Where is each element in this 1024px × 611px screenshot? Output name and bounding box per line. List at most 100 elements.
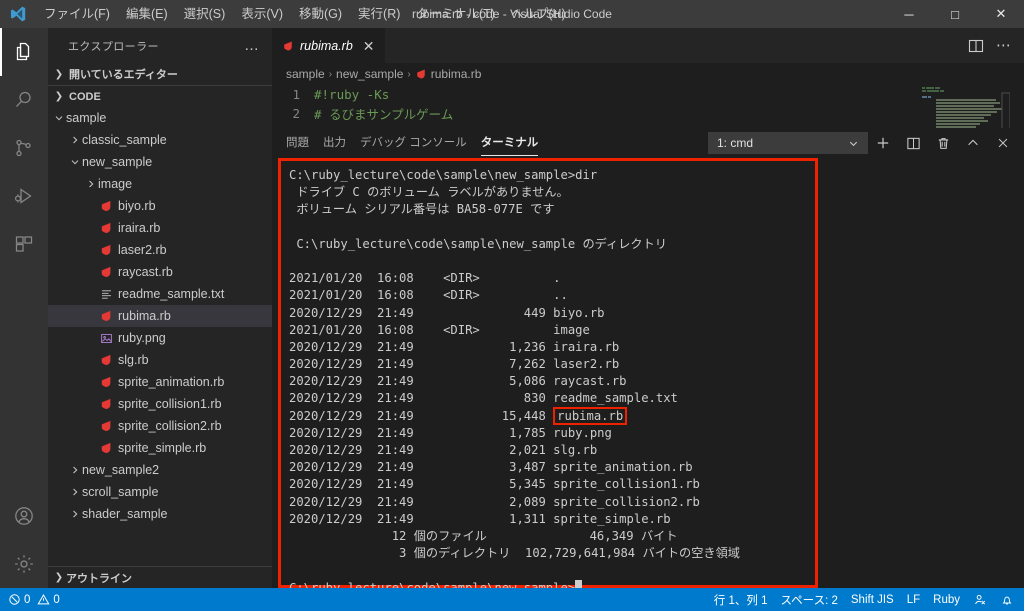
panel-tab-debug-console[interactable]: デバッグ コンソール xyxy=(360,128,467,158)
maximize-panel-button[interactable] xyxy=(958,130,988,156)
panel-tab-problems[interactable]: 問題 xyxy=(286,128,309,158)
minimize-button[interactable]: ─ xyxy=(886,0,932,28)
feedback-tweet-icon[interactable] xyxy=(973,593,987,607)
menu-help[interactable]: ヘルプ(H) xyxy=(503,0,574,28)
notifications-bell-icon[interactable] xyxy=(1000,593,1014,607)
tree-item-label: readme_sample.txt xyxy=(118,287,225,301)
tree-item-sample[interactable]: sample xyxy=(48,107,272,129)
ruby-file-icon xyxy=(98,374,114,390)
chevron-down-icon[interactable] xyxy=(68,157,82,167)
tree-item-laser2-rb[interactable]: laser2.rb xyxy=(48,239,272,261)
menu-edit[interactable]: 編集(E) xyxy=(118,0,176,28)
split-terminal-button[interactable] xyxy=(898,130,928,156)
status-cursor-position[interactable]: 行 1、列 1 xyxy=(714,592,768,608)
code-editor[interactable]: 1 #!ruby -Ks 2 # るびまサンプルゲーム xyxy=(272,85,1024,132)
tree-item-biyo-rb[interactable]: biyo.rb xyxy=(48,195,272,217)
tree-item-label: sprite_collision2.rb xyxy=(118,419,222,433)
tree-item-readme-sample-txt[interactable]: readme_sample.txt xyxy=(48,283,272,305)
terminal-line: 3 個のディレクトリ 102,729,641,984 バイトの空き領域 xyxy=(289,546,740,561)
panel-tab-terminal[interactable]: ターミナル xyxy=(480,128,538,158)
editor-more-actions-icon[interactable]: ⋯ xyxy=(996,38,1012,53)
editor-minimap[interactable] xyxy=(914,85,1010,130)
sidebar-more-actions-icon[interactable]: … xyxy=(244,38,260,53)
menu-file[interactable]: ファイル(F) xyxy=(36,0,118,28)
menu-go[interactable]: 移動(G) xyxy=(291,0,350,28)
menu-bar[interactable]: ファイル(F) 編集(E) 選択(S) 表示(V) 移動(G) 実行(R) ター… xyxy=(36,0,574,28)
breadcrumb-item-new-sample[interactable]: new_sample xyxy=(336,67,403,81)
ruby-file-icon xyxy=(98,418,114,434)
tree-item-scroll-sample[interactable]: scroll_sample xyxy=(48,481,272,503)
editor-actions: ⋯ xyxy=(968,28,1024,63)
tree-item-sprite-simple-rb[interactable]: sprite_simple.rb xyxy=(48,437,272,459)
activitybar-source-control-icon[interactable] xyxy=(0,124,48,172)
split-editor-icon[interactable] xyxy=(968,38,984,54)
chevron-down-icon[interactable] xyxy=(52,113,66,123)
menu-terminal[interactable]: ターミナル(T) xyxy=(408,0,502,28)
tree-item-label: laser2.rb xyxy=(118,243,167,257)
terminal-line: 2020/12/29 21:49 5,345 sprite_collision1… xyxy=(289,477,700,492)
panel-tab-output[interactable]: 出力 xyxy=(323,128,346,158)
sidebar-header: エクスプローラー … xyxy=(48,28,272,63)
chevron-right-icon[interactable] xyxy=(68,465,82,475)
terminal-line: 2020/12/29 21:49 5,086 raycast.rb xyxy=(289,374,627,389)
tree-item-label: sprite_collision1.rb xyxy=(118,397,222,411)
chevron-right-icon[interactable] xyxy=(68,135,82,145)
tree-item-ruby-png[interactable]: ruby.png xyxy=(48,327,272,349)
terminal-output[interactable]: C:\ruby_lecture\code\sample\new_sample>d… xyxy=(281,161,815,597)
activitybar-accounts-icon[interactable] xyxy=(0,492,48,540)
tree-item-new-sample2[interactable]: new_sample2 xyxy=(48,459,272,481)
activitybar-search-icon[interactable] xyxy=(0,76,48,124)
ruby-file-icon xyxy=(98,396,114,412)
menu-run[interactable]: 実行(R) xyxy=(350,0,408,28)
status-bar: 0 0 行 1、列 1 スペース: 2 Shift JIS LF Ruby xyxy=(0,588,1024,611)
chevron-right-icon[interactable] xyxy=(68,509,82,519)
status-encoding[interactable]: Shift JIS xyxy=(851,594,894,606)
section-workspace-root[interactable]: ❯ CODE xyxy=(48,85,272,107)
tree-item-shader-sample[interactable]: shader_sample xyxy=(48,503,272,525)
activity-bar xyxy=(0,28,48,588)
tree-item-raycast-rb[interactable]: raycast.rb xyxy=(48,261,272,283)
breadcrumb-item-file[interactable]: rubima.rb xyxy=(431,67,482,81)
tab-close-icon[interactable]: ✕ xyxy=(363,38,375,55)
tree-item-new-sample[interactable]: new_sample xyxy=(48,151,272,173)
close-window-button[interactable]: ✕ xyxy=(978,0,1024,28)
vscode-window: ファイル(F) 編集(E) 選択(S) 表示(V) 移動(G) 実行(R) ター… xyxy=(0,0,1024,611)
activitybar-extensions-icon[interactable] xyxy=(0,220,48,268)
status-indentation[interactable]: スペース: 2 xyxy=(780,592,837,608)
menu-selection[interactable]: 選択(S) xyxy=(176,0,234,28)
tab-rubima-rb[interactable]: rubima.rb ✕ xyxy=(272,28,385,63)
breadcrumb-item-sample[interactable]: sample xyxy=(286,67,325,81)
status-problems[interactable]: 0 0 xyxy=(8,593,60,606)
section-open-editors[interactable]: ❯ 開いているエディター xyxy=(48,63,272,85)
maximize-button[interactable]: □ xyxy=(932,0,978,28)
breadcrumb[interactable]: sample › new_sample › rubima.rb xyxy=(272,63,1024,85)
tree-item-sprite-collision1-rb[interactable]: sprite_collision1.rb xyxy=(48,393,272,415)
status-eol[interactable]: LF xyxy=(907,594,920,606)
activitybar-settings-gear-icon[interactable] xyxy=(0,540,48,588)
terminal-line: ドライブ C のボリューム ラベルがありません。 xyxy=(289,185,569,200)
tree-item-iraira-rb[interactable]: iraira.rb xyxy=(48,217,272,239)
section-outline[interactable]: ❯ アウトライン xyxy=(48,566,272,588)
tree-item-classic-sample[interactable]: classic_sample xyxy=(48,129,272,151)
menu-view[interactable]: 表示(V) xyxy=(233,0,291,28)
tree-item-sprite-animation-rb[interactable]: sprite_animation.rb xyxy=(48,371,272,393)
new-terminal-button[interactable] xyxy=(868,130,898,156)
status-language-mode[interactable]: Ruby xyxy=(933,594,960,606)
tree-item-rubima-rb[interactable]: rubima.rb xyxy=(48,305,272,327)
tree-item-slg-rb[interactable]: slg.rb xyxy=(48,349,272,371)
highlighted-filename: rubima.rb xyxy=(553,406,628,425)
chevron-right-icon[interactable] xyxy=(84,179,98,189)
chevron-right-icon[interactable] xyxy=(68,487,82,497)
terminal-line: 2020/12/29 21:49 2,089 sprite_collision2… xyxy=(289,494,700,509)
title-bar: ファイル(F) 編集(E) 選択(S) 表示(V) 移動(G) 実行(R) ター… xyxy=(0,0,1024,28)
activitybar-run-debug-icon[interactable] xyxy=(0,172,48,220)
tree-item-image[interactable]: image xyxy=(48,173,272,195)
kill-terminal-button[interactable] xyxy=(928,130,958,156)
close-panel-button[interactable] xyxy=(988,130,1018,156)
activitybar-explorer-icon[interactable] xyxy=(0,28,48,76)
chevron-right-icon: › xyxy=(407,68,411,80)
file-tree[interactable]: sample classic_sample new_sample image biyo.… xyxy=(48,107,272,566)
tree-item-sprite-collision2-rb[interactable]: sprite_collision2.rb xyxy=(48,415,272,437)
tree-item-label: slg.rb xyxy=(118,353,149,367)
terminal-selector-dropdown[interactable]: 1: cmd xyxy=(708,132,868,154)
